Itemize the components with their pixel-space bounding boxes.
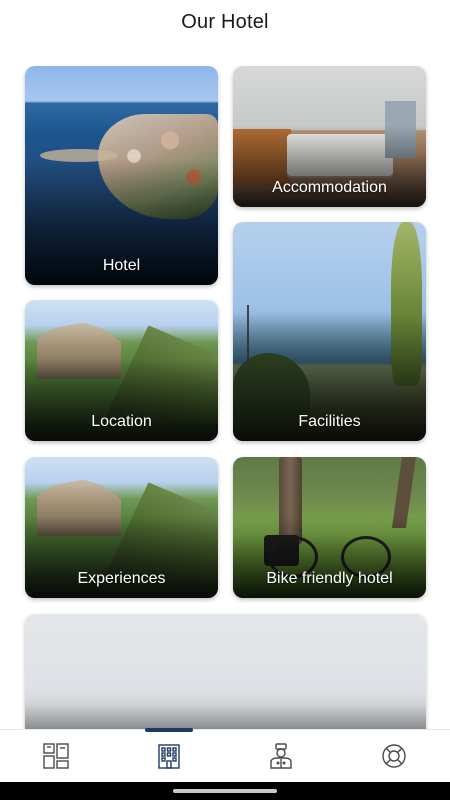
app-header: Our Hotel (0, 0, 450, 44)
card-bike-friendly-hotel-label: Bike friendly hotel (266, 570, 393, 587)
nav-our-hotel[interactable] (139, 727, 199, 783)
concierge-icon (270, 743, 292, 769)
card-hotel-label: Hotel (102, 257, 141, 274)
dashboard-icon (43, 743, 69, 769)
card-facilities-label: Facilities (298, 413, 361, 430)
card-location-label: Location (91, 413, 152, 430)
card-accommodation-label: Accommodation (272, 179, 387, 196)
page-title: Our Hotel (181, 10, 269, 33)
card-hotel[interactable]: Hotel (25, 66, 218, 285)
system-navigation-bar (0, 782, 450, 800)
card-experiences[interactable]: Experiences (25, 457, 218, 598)
home-gesture-handle[interactable] (173, 789, 277, 793)
card-bike-friendly-hotel[interactable]: Bike friendly hotel (233, 457, 426, 598)
nav-concierge[interactable] (251, 730, 311, 783)
card-facilities[interactable]: Facilities (233, 222, 426, 441)
lifebuoy-icon (382, 744, 406, 768)
building-icon (158, 744, 180, 769)
bottom-navigation (0, 727, 450, 783)
nav-dashboard[interactable] (26, 730, 86, 783)
card-location[interactable]: Location (25, 300, 218, 441)
nav-help[interactable] (364, 730, 424, 783)
card-experiences-label: Experiences (77, 570, 166, 587)
card-accommodation[interactable]: Accommodation (233, 66, 426, 207)
